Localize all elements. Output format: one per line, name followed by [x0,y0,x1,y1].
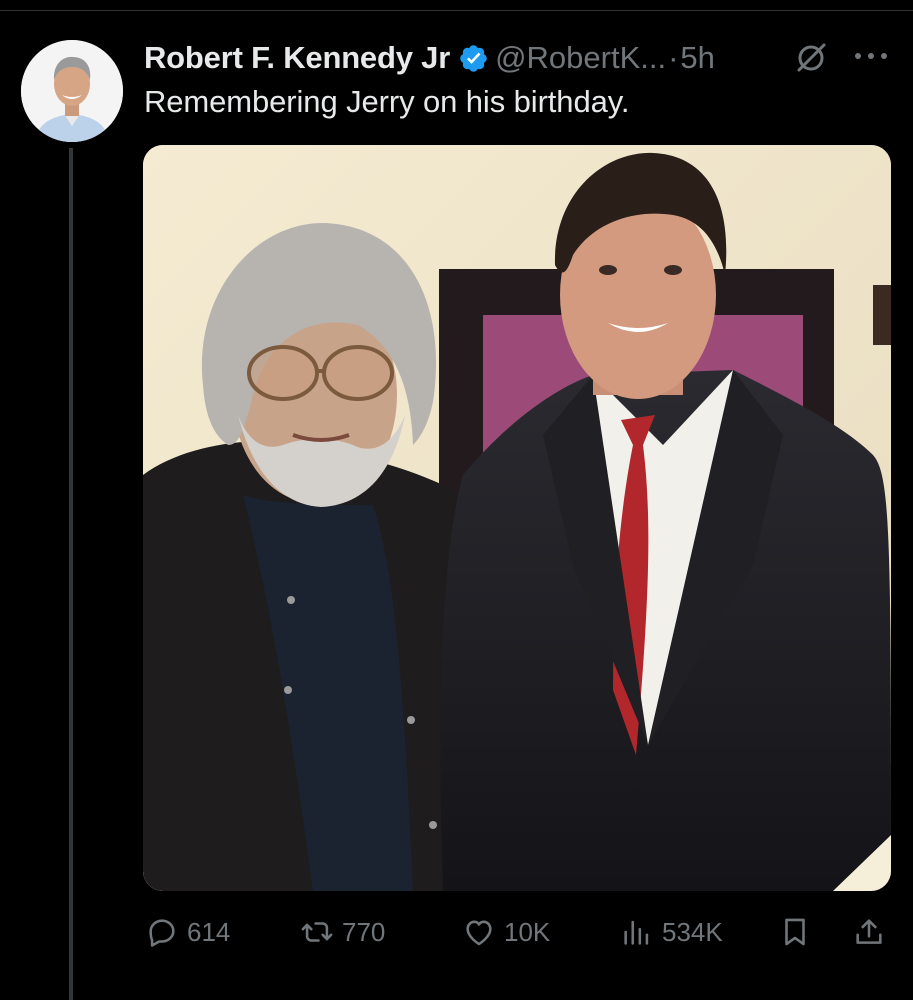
profile-photo-icon [21,40,123,142]
top-divider [0,10,913,11]
reply-button[interactable]: 614 [145,908,230,956]
heart-icon [466,920,492,946]
grok-icon[interactable] [793,40,829,76]
author-handle[interactable]: @RobertK... [495,40,666,76]
views-button[interactable]: 534K [620,908,723,956]
like-count: 10K [504,916,551,947]
share-upload-icon [856,919,882,944]
avatar[interactable] [21,40,123,142]
post-timestamp[interactable]: 5h [680,40,714,76]
views-count: 534K [662,916,723,947]
like-button[interactable]: 10K [462,908,550,956]
reply-count: 614 [187,916,231,947]
bookmark-button[interactable] [778,908,812,956]
post-photo[interactable] [143,145,891,891]
post-page: Robert F. Kennedy Jr @RobertK... · 5h Re… [0,0,913,1000]
repost-button[interactable]: 770 [300,908,385,956]
action-bar: 614 770 10K 534K [0,908,913,956]
speech-bubble-icon [149,919,175,947]
thread-line [69,148,73,1000]
bookmark-icon [785,918,805,946]
share-button[interactable] [852,908,886,956]
photo-illustration [143,145,891,891]
verified-badge-icon [460,44,487,72]
author-name[interactable]: Robert F. Kennedy Jr [144,40,450,76]
post-text: Remembering Jerry on his birthday. [144,84,630,119]
repost-arrows-icon [301,922,333,942]
repost-count: 770 [342,916,386,947]
more-options-icon[interactable] [851,44,891,68]
header-separator: · [668,40,679,75]
post-header: Robert F. Kennedy Jr @RobertK... · 5h [144,36,715,80]
bar-chart-icon [624,920,649,945]
